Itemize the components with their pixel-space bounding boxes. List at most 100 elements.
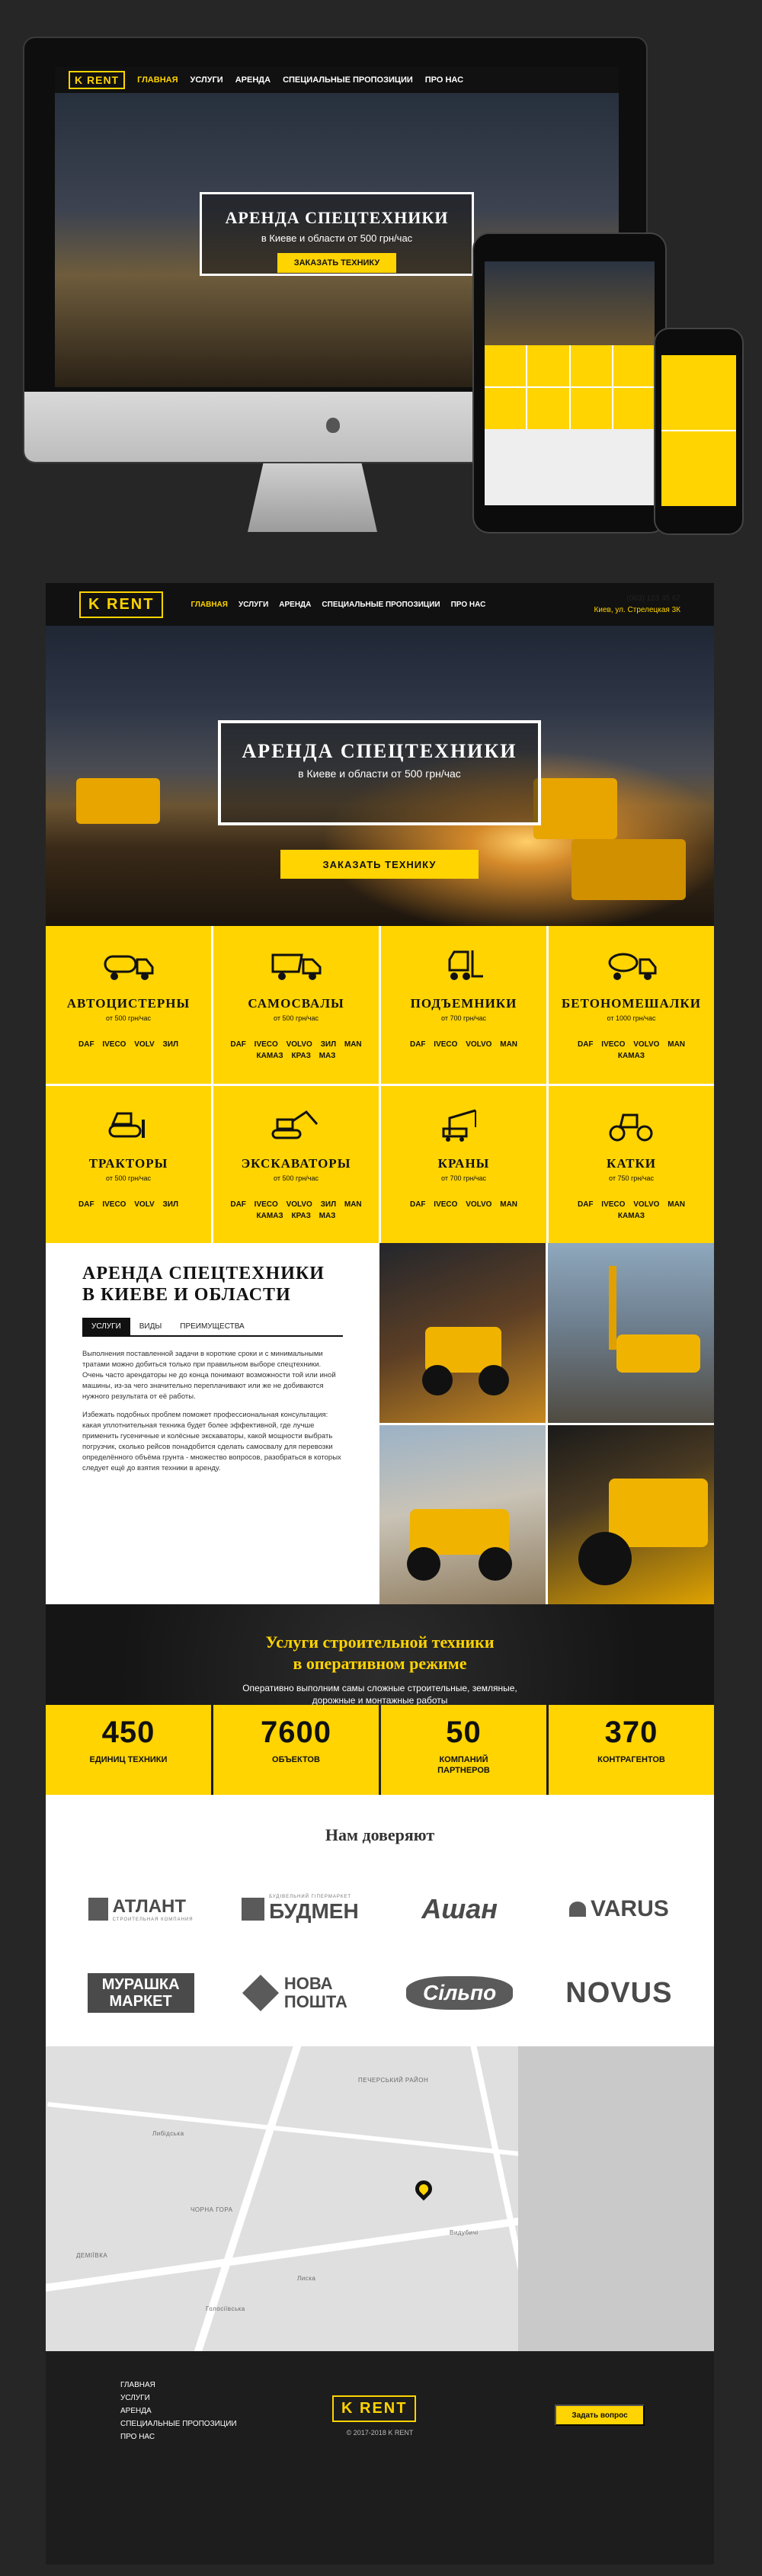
footer-link-home[interactable]: ГЛАВНАЯ [120,2379,237,2392]
map-label: Видубичі [450,2229,479,2236]
menu-item-rent[interactable]: АРЕНДА [279,601,311,609]
category-card-cranes[interactable]: КРАНЫ от 700 грн/час DAF IVECO VOLVO MAN [381,1085,546,1243]
footer-link-rent[interactable]: АРЕНДА [120,2405,237,2417]
partner-name: NOVUS [565,1976,673,2009]
mini-hero-subtitle: в Киеве и области от 500 грн/час [261,232,413,244]
services-subtitle-line1: Оперативно выполним самы сложные строите… [242,1683,517,1693]
category-card-tankers[interactable]: АВТОЦИСТЕРНЫ от 500 грн/час DAF IVECO VO… [46,926,211,1084]
partner-logo-varus[interactable]: VARUS [568,1896,669,1922]
menu-item-offers[interactable]: СПЕЦИАЛЬНЫЕ ПРОПОЗИЦИИ [322,601,440,609]
menu-item-home[interactable]: ГЛАВНАЯ [190,601,228,609]
category-card-excavators[interactable]: ЭКСКАВАТОРЫ от 500 грн/час DAF IVECO VOL… [213,1085,379,1243]
category-card-dump-trucks[interactable]: САМОСВАЛЫ от 500 грн/час DAF IVECO VOLVO… [213,926,379,1084]
about-paragraph: Избежать подобных проблем поможет профес… [82,1411,341,1472]
partner-logo-nova-poshta[interactable]: НОВА ПОШТА [242,1974,353,2012]
partner-logo-auchan[interactable]: Ашан [421,1893,498,1925]
category-brands: DAF IVECO VOLVO ЗИЛ MAN КАМАЗ КРАЗ МАЗ [230,1040,362,1060]
category-name: ТРАКТОРЫ [88,1155,168,1171]
category-price: от 500 грн/час [274,1174,319,1182]
stat-value: 450 [101,1716,155,1749]
mini-nav: K RENT ГЛАВНАЯ УСЛУГИ АРЕНДА СПЕЦИАЛЬНЫЕ… [55,67,619,93]
partner-logo-novus[interactable]: NOVUS [565,1977,672,2010]
category-card-concrete-mixers[interactable]: БЕТОНОМЕШАЛКИ от 1000 грн/час DAF IVECO … [549,926,714,1084]
header-contact: (063) 123 45 67 Киев, ул. Стрелецкая 3К [594,593,680,616]
category-brands: DAF IVECO VOLVO MAN КАМАЗ [577,1200,686,1220]
category-brands: DAF IVECO VOLVO MAN [409,1200,518,1209]
about-paragraph: Выполнения поставленной задачи в коротки… [82,1350,336,1401]
ipad-screen [485,261,655,505]
header-phone[interactable]: (063) 123 45 67 [594,593,680,604]
excavator-icon [271,1110,318,1139]
device-showcase: K RENT ГЛАВНАЯ УСЛУГИ АРЕНДА СПЕЦИАЛЬНЫЕ… [0,0,762,556]
atlant-logo-icon [88,1898,108,1921]
category-price: от 1000 грн/час [607,1014,656,1022]
footer-logo[interactable]: K RENT [332,2395,417,2422]
dump-truck-icon [271,953,321,980]
hero-section: АРЕНДА СПЕЦТЕХНИКИ в Киеве и области от … [46,626,714,926]
gallery-photo[interactable] [548,1243,714,1423]
menu-item-about[interactable]: ПРО НАС [451,601,486,609]
ipad-mockup [472,232,667,533]
partner-logo-text: АТЛАНТ СТРОИТЕЛЬНАЯ КОМПАНИЯ [113,1896,194,1922]
mini-hero-box: АРЕНДА СПЕЦТЕХНИКИ в Киеве и области от … [200,192,474,276]
gallery-photo[interactable] [379,1243,546,1423]
tab-advantages[interactable]: ПРЕИМУЩЕСТВА [171,1318,253,1335]
category-price: от 500 грн/час [106,1174,151,1182]
stat-card: 7600 ОБЪЕКТОВ [213,1705,379,1795]
about-tabs: УСЛУГИ ВИДЫ ПРЕИМУЩЕСТВА [82,1318,343,1337]
gallery-photo[interactable] [379,1424,546,1604]
stat-label: КОНТРАГЕНТОВ [597,1755,665,1764]
order-equipment-button[interactable]: ЗАКАЗАТЬ ТЕХНИКУ [280,850,479,879]
header-address[interactable]: Киев, ул. Стрелецкая 3К [594,604,680,616]
partner-logos: АТЛАНТ СТРОИТЕЛЬНАЯ КОМПАНИЯ БУДІВЕЛЬНИЙ … [61,1867,699,2035]
category-price: от 500 грн/час [274,1014,319,1022]
iphone-category-list [661,355,736,506]
partner-logo-silpo[interactable]: Сільпо [406,1976,514,2010]
category-card-rollers[interactable]: КАТКИ от 750 грн/час DAF IVECO VOLVO MAN… [549,1085,714,1243]
map-label: Голосіївська [206,2305,245,2312]
loader-image [533,778,617,839]
about-title: АРЕНДА СПЕЦТЕХНИКИ В КИЕВЕ И ОБЛАСТИ [82,1263,343,1306]
category-card-tractors[interactable]: ТРАКТОРЫ от 500 грн/час DAF IVECO VOLV З… [46,1085,211,1243]
category-name: АВТОЦИСТЕРНЫ [66,996,190,1011]
partner-logo-atlant[interactable]: АТЛАНТ СТРОИТЕЛЬНАЯ КОМПАНИЯ [88,1896,194,1922]
map-label: Лиска [297,2275,316,2282]
map-label: ДЕМІЇВКА [76,2252,108,2259]
imac-stand [248,463,377,532]
location-map[interactable]: ПЕЧЕРСЬКИЙ РАЙОН ЧОРНА ГОРА ДЕМІЇВКА Либ… [46,2046,714,2351]
landing-page: K RENT ГЛАВНАЯ УСЛУГИ АРЕНДА СПЕЦИАЛЬНЫЕ… [46,583,714,2565]
hero-subtitle: в Киеве и области от 500 грн/час [298,767,461,780]
partner-logo-text: БУДІВЕЛЬНИЙ ГІПЕРМАРКЕТ БУДМЕН [269,1895,359,1924]
category-name: КРАНЫ [437,1155,490,1171]
partner-tag: СТРОИТЕЛЬНАЯ КОМПАНИЯ [112,1918,194,1922]
top-nav: K RENT ГЛАВНАЯ УСЛУГИ АРЕНДА СПЕЦИАЛЬНЫЕ… [46,583,714,626]
category-name: КАТКИ [607,1155,656,1171]
site-logo[interactable]: K RENT [79,591,164,618]
about-text-block: АРЕНДА СПЕЦТЕХНИКИ В КИЕВЕ И ОБЛАСТИ УСЛУ… [46,1243,379,1604]
services-subtitle-line2: дорожные и монтажные работы [312,1695,448,1706]
category-brands: DAF IVECO VOLV ЗИЛ [78,1040,178,1049]
ask-question-button[interactable]: Задать вопрос [555,2405,645,2426]
gallery-photo[interactable] [548,1424,714,1604]
stat-value: 50 [446,1716,482,1749]
category-card-lifts[interactable]: ПОДЪЕМНИКИ от 700 грн/час DAF IVECO VOLV… [381,926,546,1084]
category-name: ПОДЪЕМНИКИ [410,996,517,1011]
partners-section: Нам доверяют АТЛАНТ СТРОИТЕЛЬНАЯ КОМПАНИЯ… [46,1795,714,2046]
partner-logo-murashka[interactable]: МУРАШКА МАРКЕТ [87,1973,194,2013]
apple-logo-icon [326,418,340,433]
menu-item-services[interactable]: УСЛУГИ [239,601,268,609]
partner-name: АТЛАНТ [112,1896,187,1917]
location-pin-icon[interactable] [411,2177,436,2201]
partners-title: Нам доверяют [325,1825,435,1844]
nova-poshta-logo-icon [242,1974,279,2012]
partner-name: НОВА ПОШТА [283,1974,347,2011]
services-title-line1: Услуги строительной техники [265,1632,495,1652]
tab-types[interactable]: ВИДЫ [130,1318,171,1335]
category-brands: DAF IVECO VOLVO MAN КАМАЗ [577,1040,686,1060]
stats-row: 450 ЕДИНИЦ ТЕХНИКИ 7600 ОБЪЕКТОВ 50 КОМПАНИ… [46,1705,714,1795]
footer-link-services[interactable]: УСЛУГИ [120,2392,237,2405]
stat-value: 7600 [261,1716,331,1749]
partner-logo-budmen[interactable]: БУДІВЕЛЬНИЙ ГІПЕРМАРКЕТ БУДМЕН [242,1895,359,1924]
footer: ГЛАВНАЯ УСЛУГИ АРЕНДА СПЕЦИАЛЬНЫЕ ПРОПОЗ… [46,2351,714,2565]
tab-services[interactable]: УСЛУГИ [82,1318,130,1335]
